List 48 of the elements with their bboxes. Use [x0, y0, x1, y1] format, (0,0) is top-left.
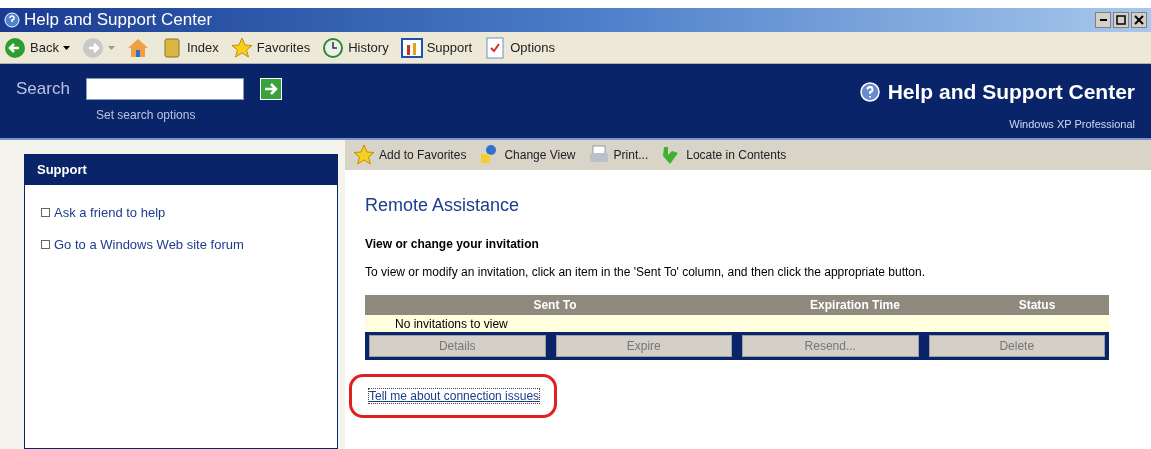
empty-message: No invitations to view: [395, 315, 508, 333]
toolbar-button[interactable]: Support: [400, 36, 473, 59]
brand-subtitle: Windows XP Professional: [1009, 116, 1135, 132]
minimize-button[interactable]: [1095, 12, 1111, 28]
toolbar-button[interactable]: Change View: [478, 144, 576, 166]
column-header: Expiration Time: [809, 297, 901, 314]
toolbar-button[interactable]: Index: [160, 36, 219, 59]
section-heading: View or change your invitation: [365, 236, 540, 253]
brand-title: Help and Support Center: [887, 79, 1135, 105]
toolbar-button[interactable]: History: [322, 36, 389, 59]
column-header: Status: [1017, 297, 1057, 314]
toolbar-button[interactable]: Print...: [587, 144, 649, 166]
toolbar-button[interactable]: [126, 36, 149, 59]
search-label: Search: [16, 78, 70, 100]
arrow-icon: [263, 82, 278, 95]
search-field[interactable]: [85, 77, 244, 100]
close-button[interactable]: [1131, 12, 1147, 28]
star-icon: [230, 36, 253, 59]
toolbar-button[interactable]: Locate in Contents: [660, 144, 787, 166]
sidebar-link[interactable]: Go to a Windows Web site forum: [41, 234, 321, 254]
column-header: Sent To: [532, 297, 578, 314]
clock-icon: [322, 36, 345, 59]
caret-icon: [107, 45, 115, 50]
toolbar-button[interactable]: Favorites: [230, 36, 311, 59]
checklist-icon: [484, 36, 507, 59]
toolbar-button[interactable]: Back: [4, 36, 70, 59]
house-icon: [126, 36, 149, 59]
instructions-text: To view or modify an invitation, click an item in the 'Sent To' column, and then click the appropriate button.: [365, 264, 926, 281]
sidebar-link[interactable]: Ask a friend to help: [41, 203, 321, 223]
chart-window-icon: [400, 36, 423, 59]
toolbar-button[interactable]: Options: [484, 36, 555, 59]
minimize-icon: [1099, 19, 1107, 21]
toolbar-button[interactable]: Add to Favorites: [353, 144, 467, 166]
maximize-icon: [1116, 15, 1126, 25]
page-title: Remote Assistance: [365, 194, 521, 217]
square-bullet-icon: [41, 208, 50, 218]
star-icon: [353, 144, 375, 166]
maximize-button[interactable]: [1113, 12, 1129, 28]
help-icon: [4, 12, 20, 28]
search-go-button[interactable]: [259, 77, 282, 100]
help-icon: [859, 81, 880, 102]
connection-issues-link[interactable]: Tell me about connection issues: [368, 388, 541, 404]
window-title: Help and Support Center: [24, 9, 213, 32]
search-options-link[interactable]: Set search options: [96, 105, 282, 124]
sidebar-header: Support: [25, 155, 337, 185]
caret-icon: [62, 45, 70, 50]
square-bullet-icon: [41, 239, 50, 249]
close-icon: [1134, 15, 1144, 25]
